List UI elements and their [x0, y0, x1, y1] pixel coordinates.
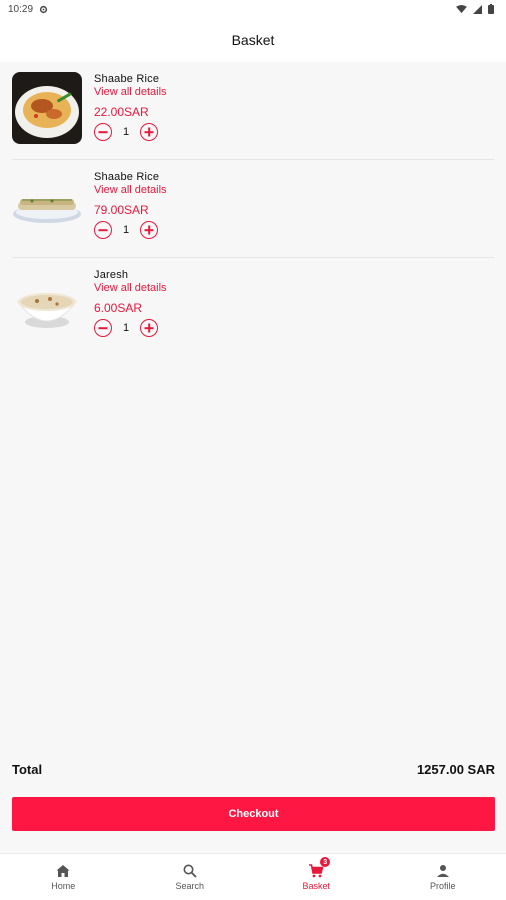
increase-quantity-button[interactable]	[140, 221, 158, 239]
quantity-value: 1	[122, 322, 130, 334]
status-time: 10:29	[8, 3, 34, 15]
total-label: Total	[12, 762, 43, 777]
app-bar: Basket	[0, 18, 506, 62]
total-row: Total 1257.00 SAR	[12, 762, 495, 777]
porridge-bowl-photo[interactable]	[12, 268, 82, 340]
view-details-link[interactable]: View all details	[94, 282, 167, 295]
item-price: 79.00SAR	[94, 203, 149, 217]
search-icon	[183, 864, 197, 878]
basket-item: Jaresh View all details 6.00SAR 1	[12, 258, 494, 356]
item-name: Shaabe Rice	[94, 73, 160, 85]
quantity-value: 1	[122, 126, 130, 138]
nav-label: Search	[175, 881, 205, 891]
quantity-stepper: 1	[94, 123, 167, 141]
view-details-link[interactable]: View all details	[94, 86, 167, 99]
rice-dish-photo[interactable]	[12, 72, 82, 144]
battery-icon	[488, 4, 494, 14]
quantity-stepper: 1	[94, 221, 167, 239]
quantity-value: 1	[122, 224, 130, 236]
item-name: Jaresh	[94, 269, 129, 281]
item-price: 22.00SAR	[94, 105, 149, 119]
page-title: Basket	[231, 32, 275, 48]
quantity-stepper: 1	[94, 319, 167, 337]
item-name: Shaabe Rice	[94, 171, 160, 183]
rolled-bread-plate-photo[interactable]	[12, 170, 82, 242]
wifi-icon	[456, 4, 467, 13]
view-details-link[interactable]: View all details	[94, 184, 167, 197]
basket-item: Shaabe Rice View all details 79.00SAR 1	[12, 160, 494, 258]
total-value: 1257.00 SAR	[416, 762, 495, 777]
cart-badge: 3	[320, 857, 331, 867]
cart-icon-wrapper: 3	[308, 857, 331, 879]
nav-label: Profile	[429, 881, 456, 891]
basket-item: Shaabe Rice View all details 22.00SAR 1	[12, 62, 494, 160]
signal-icon	[473, 4, 482, 14]
status-bar: 10:29	[0, 0, 506, 18]
nav-label: Home	[51, 881, 76, 891]
decrease-quantity-button[interactable]	[94, 123, 112, 141]
nav-profile[interactable]: Profile	[383, 863, 503, 891]
nav-label: Basket	[302, 881, 330, 891]
settings-icon	[39, 5, 48, 13]
decrease-quantity-button[interactable]	[94, 319, 112, 337]
home-icon	[56, 865, 70, 877]
increase-quantity-button[interactable]	[140, 319, 158, 337]
person-icon	[436, 865, 449, 877]
nav-home[interactable]: Home	[3, 863, 123, 891]
nav-search[interactable]: Search	[130, 863, 250, 891]
basket-list: Shaabe Rice View all details 22.00SAR 1	[0, 62, 506, 356]
increase-quantity-button[interactable]	[140, 123, 158, 141]
nav-basket[interactable]: 3 Basket	[256, 857, 376, 891]
bottom-navigation: Home Search 3 Basket Profile	[0, 853, 506, 900]
checkout-button[interactable]: Checkout	[12, 797, 495, 831]
item-price: 6.00SAR	[94, 301, 143, 315]
decrease-quantity-button[interactable]	[94, 221, 112, 239]
